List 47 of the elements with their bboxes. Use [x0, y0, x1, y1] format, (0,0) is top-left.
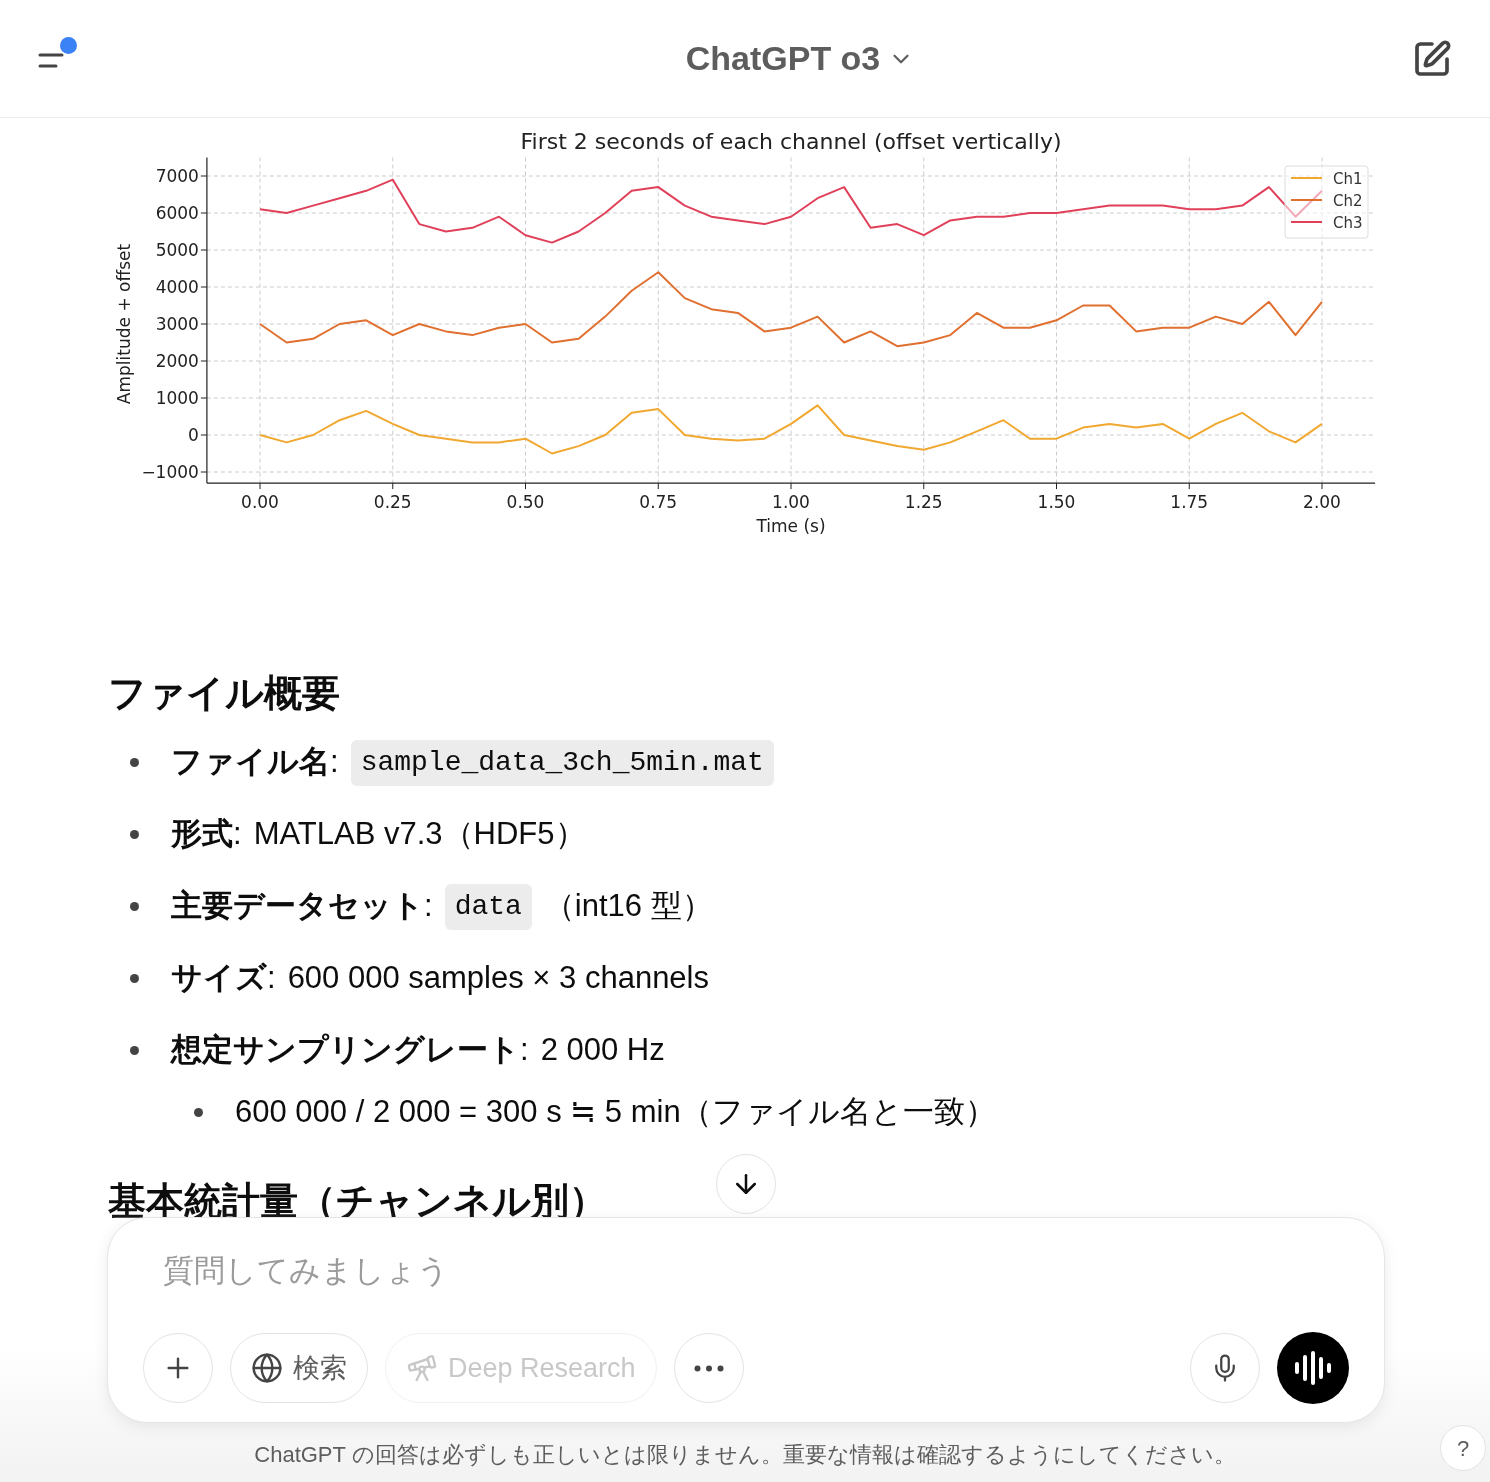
disclaimer-text: ChatGPT の回答は必ずしも正しいとは限りません。重要な情報は確認するようにしてください。 — [254, 1441, 1236, 1469]
more-icon — [693, 1364, 724, 1372]
field-value: （int16 型） — [543, 887, 713, 926]
field-value: 2 000 Hz — [540, 1031, 665, 1070]
x-tick-label: 1.50 — [1037, 492, 1076, 513]
y-tick-label: −1000 — [141, 462, 199, 482]
x-tick-label: 0.75 — [639, 492, 678, 513]
section-heading: ファイル概要 — [108, 671, 341, 716]
field-label: サイズ: — [171, 959, 276, 998]
y-tick-label: 1000 — [155, 388, 199, 408]
edit-icon — [1412, 38, 1452, 79]
y-tick-label: 4000 — [155, 277, 199, 297]
y-tick-label: 0 — [188, 425, 199, 445]
x-axis-label: Time (s) — [756, 516, 826, 537]
code-span: data — [444, 883, 532, 930]
x-tick-label: 0.00 — [241, 492, 279, 513]
sub-bullet-text: 600 000 / 2 000 = 300 s ≒ 5 min（ファイル名と一致） — [235, 1093, 996, 1132]
field-label: ファイル名: — [171, 743, 339, 782]
y-tick-label: 3000 — [155, 314, 199, 334]
chart-title: First 2 seconds of each channel (offset vertically) — [520, 129, 1062, 154]
field-label: 形式: — [171, 815, 242, 854]
x-tick-label: 0.50 — [506, 492, 545, 513]
x-tick-label: 2.00 — [1303, 492, 1341, 513]
x-tick-label: 1.00 — [772, 492, 810, 513]
code-span: sample_data_3ch_5min.mat — [350, 739, 774, 786]
help-button[interactable]: ? — [1440, 1425, 1486, 1471]
sound-wave-icon — [1294, 1351, 1332, 1385]
legend-label: Ch1 — [1333, 170, 1363, 188]
y-tick-label: 2000 — [155, 351, 199, 371]
field-value: 600 000 samples × 3 channels — [287, 959, 709, 998]
y-tick-label: 6000 — [155, 203, 199, 223]
x-tick-label: 1.75 — [1170, 492, 1209, 513]
field-label: 主要データセット: — [171, 887, 433, 926]
y-tick-label: 7000 — [155, 166, 199, 186]
x-tick-label: 1.25 — [904, 492, 943, 513]
model-selector[interactable]: ChatGPT o3 — [685, 33, 915, 84]
globe-icon — [251, 1352, 283, 1384]
legend-label: Ch2 — [1333, 192, 1363, 210]
message-input[interactable]: 質問してみましょう — [143, 1248, 1349, 1295]
field-value: MATLAB v7.3（HDF5） — [253, 815, 586, 854]
menu-icon — [38, 52, 64, 68]
field-label: 想定サンプリングレート: — [171, 1031, 529, 1070]
legend-label: Ch3 — [1333, 214, 1363, 232]
x-tick-label: 0.25 — [373, 492, 412, 513]
y-tick-label: 5000 — [155, 240, 199, 260]
y-axis-label: Amplitude + offset — [114, 243, 134, 405]
telescope-icon — [406, 1352, 438, 1384]
